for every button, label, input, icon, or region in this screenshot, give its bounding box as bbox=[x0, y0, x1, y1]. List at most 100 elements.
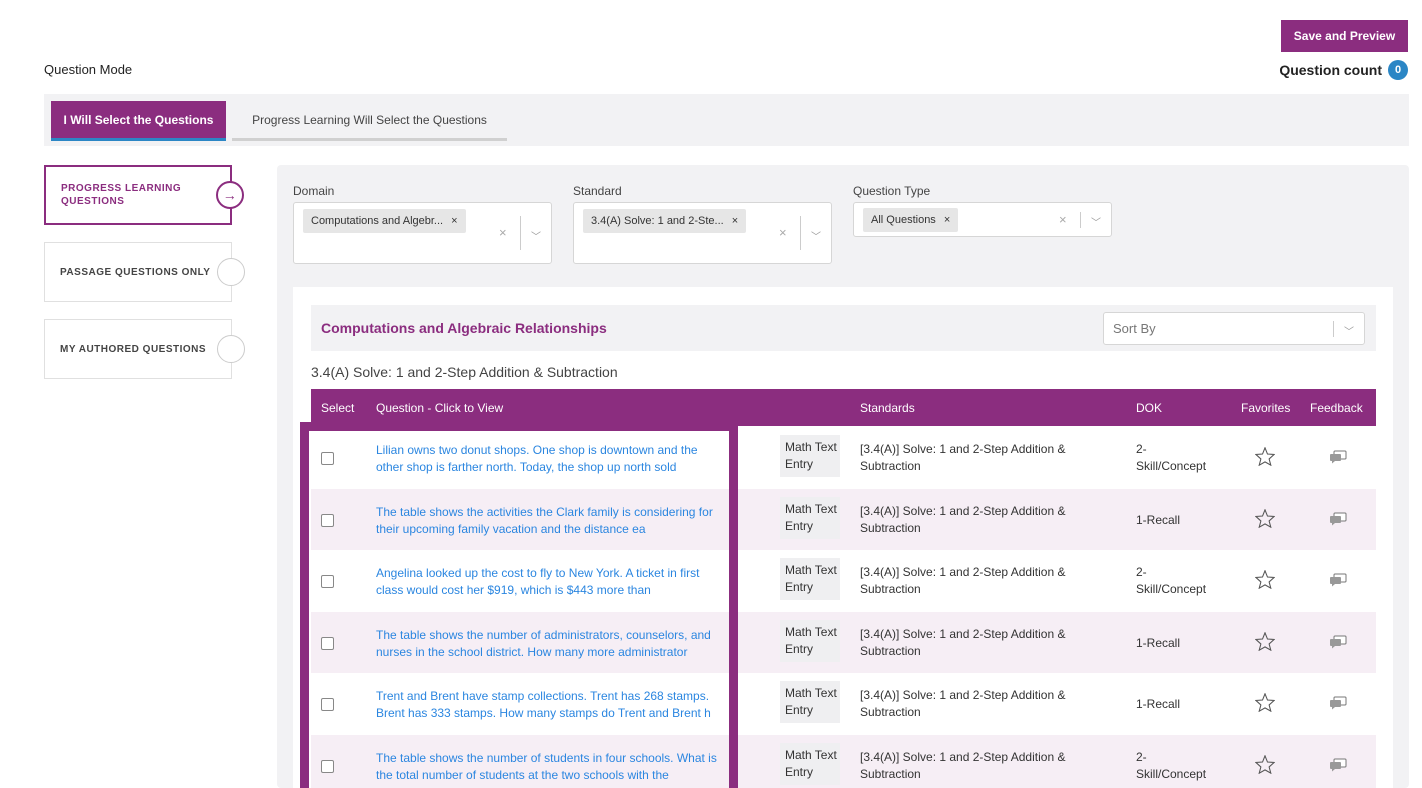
select-checkbox[interactable] bbox=[321, 452, 334, 465]
circle-icon bbox=[217, 258, 245, 286]
remove-chip-icon[interactable]: × bbox=[944, 214, 950, 226]
feedback-icon[interactable] bbox=[1329, 758, 1347, 772]
sidebar-item-passage-questions-only[interactable]: PASSAGE QUESTIONS ONLY bbox=[44, 242, 245, 302]
domain-filter-label: Domain bbox=[293, 184, 335, 198]
clear-icon[interactable]: × bbox=[1059, 212, 1067, 227]
question-type-cell: Math Text Entry bbox=[780, 681, 840, 723]
std-line-2: Subtraction bbox=[860, 582, 921, 596]
standard-filter-label: Standard bbox=[573, 184, 622, 198]
sort-by-select[interactable]: Sort By ﹀ bbox=[1103, 312, 1365, 345]
question-type-filter-label: Question Type bbox=[853, 184, 931, 198]
dok-cell: 1-Recall bbox=[1136, 512, 1180, 529]
dok-line-1: 2- bbox=[1136, 750, 1147, 764]
feedback-icon[interactable] bbox=[1329, 450, 1347, 464]
question-line-2: Brent has 333 stamps. How many stamps do… bbox=[376, 706, 711, 720]
chevron-down-icon[interactable]: ﹀ bbox=[1091, 214, 1101, 229]
question-line-2: other shop is farther north. Today, the … bbox=[376, 460, 677, 474]
dok-line-2: Skill/Concept bbox=[1136, 582, 1207, 596]
question-link[interactable]: Angelina looked up the cost to fly to Ne… bbox=[376, 565, 731, 599]
std-line-2: Subtraction bbox=[860, 767, 921, 781]
select-checkbox[interactable] bbox=[321, 760, 334, 773]
star-icon[interactable] bbox=[1255, 755, 1275, 774]
standards-cell: [3.4(A)] Solve: 1 and 2-Step Addition & S… bbox=[860, 503, 1100, 537]
star-icon[interactable] bbox=[1255, 509, 1275, 528]
clear-icon[interactable]: × bbox=[499, 225, 507, 240]
clear-icon[interactable]: × bbox=[779, 225, 787, 240]
question-line-2: their upcoming family vacation and the d… bbox=[376, 522, 646, 536]
type-line-2: Entry bbox=[785, 519, 814, 533]
feedback-icon[interactable] bbox=[1329, 635, 1347, 649]
remove-chip-icon[interactable]: × bbox=[732, 215, 738, 227]
mode-tab-bar: I Will Select the Questions Progress Lea… bbox=[44, 94, 1409, 146]
header-favorites: Favorites bbox=[1241, 401, 1291, 415]
feedback-icon[interactable] bbox=[1329, 573, 1347, 587]
feedback-icon[interactable] bbox=[1329, 696, 1347, 710]
header-question: Question - Click to View bbox=[376, 401, 504, 415]
feedback-icon[interactable] bbox=[1329, 512, 1347, 526]
circle-icon bbox=[217, 335, 245, 363]
divider bbox=[1333, 321, 1334, 337]
std-line-2: Subtraction bbox=[860, 644, 921, 658]
question-link[interactable]: The table shows the number of students i… bbox=[376, 750, 731, 784]
select-checkbox[interactable] bbox=[321, 575, 334, 588]
header-dok: DOK bbox=[1136, 401, 1163, 415]
std-line-1: [3.4(A)] Solve: 1 and 2-Step Addition & bbox=[860, 504, 1066, 518]
star-icon[interactable] bbox=[1255, 693, 1275, 712]
dok-line-2: Skill/Concept bbox=[1136, 767, 1207, 781]
question-line-1: Trent and Brent have stamp collections. … bbox=[376, 689, 710, 703]
dok-cell: 2- Skill/Concept bbox=[1136, 441, 1206, 475]
question-link[interactable]: Trent and Brent have stamp collections. … bbox=[376, 688, 731, 722]
question-type-cell: Math Text Entry bbox=[780, 743, 840, 785]
std-line-1: [3.4(A)] Solve: 1 and 2-Step Addition & bbox=[860, 627, 1066, 641]
star-icon[interactable] bbox=[1255, 570, 1275, 589]
dok-line-1: 1-Recall bbox=[1136, 697, 1181, 711]
tab-i-will-select[interactable]: I Will Select the Questions bbox=[51, 101, 226, 141]
chevron-down-icon[interactable]: ﹀ bbox=[531, 228, 541, 243]
chip-label: Computations and Algebr... bbox=[311, 215, 444, 227]
sidebar-item-my-authored-questions[interactable]: MY AUTHORED QUESTIONS bbox=[44, 319, 245, 379]
question-link[interactable]: Lilian owns two donut shops. One shop is… bbox=[376, 442, 731, 476]
question-line-1: Lilian owns two donut shops. One shop is… bbox=[376, 443, 698, 457]
tab-progress-learning-will-select[interactable]: Progress Learning Will Select the Questi… bbox=[232, 101, 507, 141]
divider bbox=[800, 216, 801, 250]
question-type-filter-chip: All Questions × bbox=[863, 208, 959, 232]
domain-filter-select[interactable]: Computations and Algebr... × × ﹀ bbox=[293, 202, 552, 264]
type-line-1: Math Text bbox=[785, 440, 837, 454]
standards-cell: [3.4(A)] Solve: 1 and 2-Step Addition & S… bbox=[860, 441, 1100, 475]
standard-filter-select[interactable]: 3.4(A) Solve: 1 and 2-Ste... × × ﹀ bbox=[573, 202, 832, 264]
remove-chip-icon[interactable]: × bbox=[451, 215, 457, 227]
question-line-1: The table shows the activities the Clark… bbox=[376, 505, 713, 519]
question-line-1: Angelina looked up the cost to fly to Ne… bbox=[376, 566, 700, 580]
divider bbox=[520, 216, 521, 250]
star-icon[interactable] bbox=[1255, 632, 1275, 651]
std-line-2: Subtraction bbox=[860, 705, 921, 719]
save-and-preview-button[interactable]: Save and Preview bbox=[1281, 20, 1408, 52]
type-line-2: Entry bbox=[785, 580, 814, 594]
domain-title: Computations and Algebraic Relationships bbox=[321, 320, 607, 336]
table-row: The table shows the number of students i… bbox=[311, 735, 1376, 788]
sidebar-item-label: PASSAGE QUESTIONS ONLY bbox=[60, 266, 211, 278]
standards-cell: [3.4(A)] Solve: 1 and 2-Step Addition & S… bbox=[860, 687, 1100, 721]
type-line-1: Math Text bbox=[785, 563, 837, 577]
question-link[interactable]: The table shows the activities the Clark… bbox=[376, 504, 731, 538]
star-icon[interactable] bbox=[1255, 447, 1275, 466]
domain-filter-chip: Computations and Algebr... × bbox=[303, 209, 466, 233]
question-line-2: the total number of students at the two … bbox=[376, 768, 669, 782]
table-header: Select Question - Click to View Standard… bbox=[311, 389, 1376, 426]
question-line-2: nurses in the school district. How many … bbox=[376, 645, 688, 659]
divider bbox=[1080, 212, 1081, 228]
select-checkbox[interactable] bbox=[321, 637, 334, 650]
dok-cell: 1-Recall bbox=[1136, 635, 1180, 652]
question-type-filter-select[interactable]: All Questions × × ﹀ bbox=[853, 202, 1112, 237]
chevron-down-icon[interactable]: ﹀ bbox=[811, 228, 821, 243]
question-count: Question count 0 bbox=[1279, 60, 1408, 80]
select-checkbox[interactable] bbox=[321, 514, 334, 527]
header-standards: Standards bbox=[860, 401, 915, 415]
standard-filter-chip: 3.4(A) Solve: 1 and 2-Ste... × bbox=[583, 209, 747, 233]
sort-by-placeholder: Sort By bbox=[1113, 321, 1156, 336]
sidebar-item-progress-learning-questions[interactable]: PROGRESS LEARNING QUESTIONS → bbox=[44, 165, 244, 225]
type-line-2: Entry bbox=[785, 642, 814, 656]
type-line-2: Entry bbox=[785, 765, 814, 779]
question-link[interactable]: The table shows the number of administra… bbox=[376, 627, 731, 661]
select-checkbox[interactable] bbox=[321, 698, 334, 711]
